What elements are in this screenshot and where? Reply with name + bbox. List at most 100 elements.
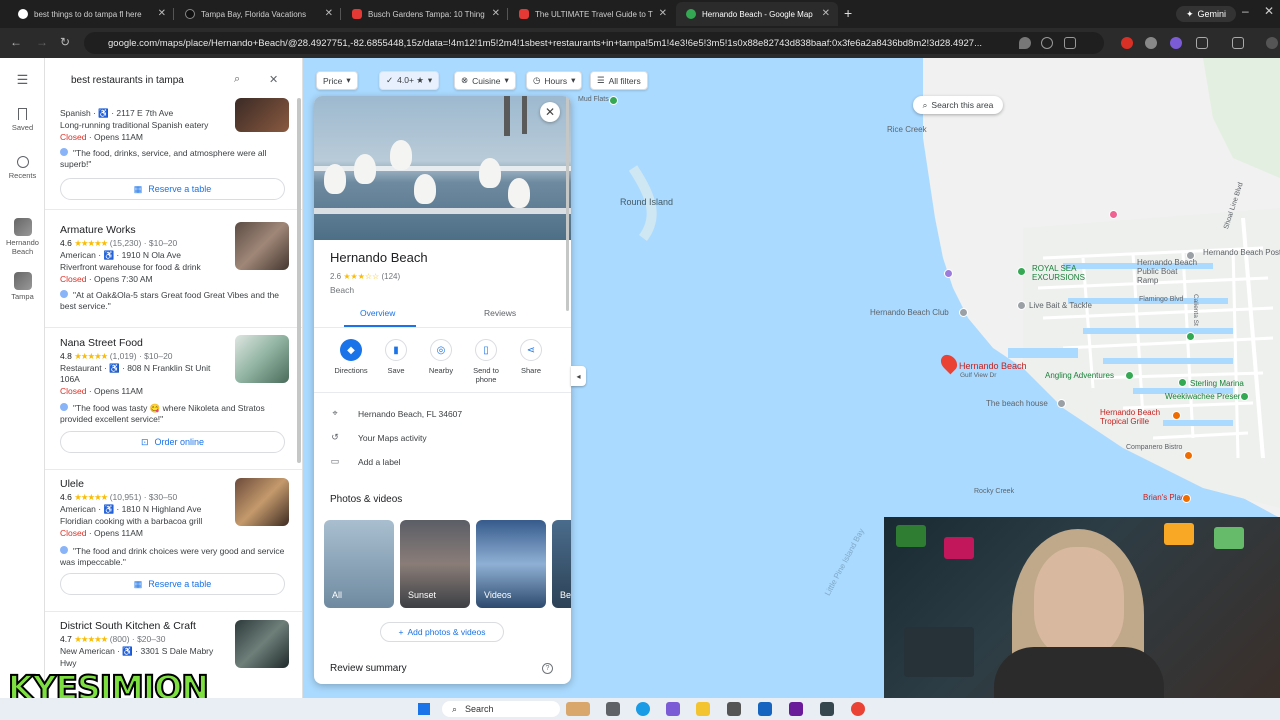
map-label-hernando-beach[interactable]: Hernando Beach: [959, 361, 1027, 371]
add-photos-button[interactable]: + Add photos & videos: [380, 622, 504, 642]
widget-icon[interactable]: [566, 702, 590, 716]
back-arrow-icon[interactable]: ←: [10, 35, 22, 49]
help-icon[interactable]: ?: [542, 663, 553, 674]
map-label-sterling-marina[interactable]: Sterling Marina: [1190, 379, 1244, 388]
map-label-angling-adventures[interactable]: Angling Adventures: [1045, 371, 1114, 380]
search-this-area-button[interactable]: ⌕ Search this area: [913, 96, 1003, 114]
extension-icon[interactable]: [1145, 37, 1157, 49]
map-pin-beach-club[interactable]: [959, 308, 968, 317]
send-to-phone-button[interactable]: ▯ Send to phone: [464, 339, 508, 384]
zoom-icon[interactable]: [1041, 37, 1053, 49]
result-item[interactable]: Ulele 4.6 ★★★★★ (10,951) · $30–50 Americ…: [45, 476, 302, 606]
map-pin-green[interactable]: [609, 96, 618, 105]
extensions-puzzle-icon[interactable]: [1196, 37, 1208, 49]
filter-price[interactable]: Price ▾: [316, 71, 358, 90]
rail-recent-hernando[interactable]: Hernando Beach: [0, 218, 45, 256]
minimize-icon[interactable]: –: [1242, 4, 1249, 18]
result-photo[interactable]: [235, 335, 289, 383]
rail-recents[interactable]: Recents: [0, 156, 45, 180]
file-explorer-icon[interactable]: [696, 702, 710, 716]
forward-arrow-icon[interactable]: →: [36, 35, 48, 49]
map-label-companero[interactable]: Companero Bistro: [1126, 444, 1182, 451]
photo-beach[interactable]: Be: [552, 520, 571, 608]
result-photo[interactable]: [235, 98, 289, 132]
browser-tab-5-active[interactable]: Hernando Beach - Google Map ✕: [676, 2, 838, 26]
browser-tab-2[interactable]: Tampa Bay, Florida Vacations ✕: [175, 2, 341, 26]
result-photo[interactable]: [235, 222, 289, 270]
side-panel-icon[interactable]: [1232, 37, 1244, 49]
map-pin-tropical-grille[interactable]: [1172, 411, 1181, 420]
filter-hours[interactable]: ◷ Hours ▾: [526, 71, 583, 90]
search-input[interactable]: best restaurants in tampa: [57, 68, 287, 92]
mail-icon[interactable]: [758, 702, 772, 716]
results-scrollbar[interactable]: [297, 98, 301, 463]
close-tab-icon[interactable]: ✕: [659, 8, 667, 19]
order-online-button[interactable]: ⊡ Order online: [60, 431, 285, 453]
map-label-bait-tackle[interactable]: Live Bait & Tackle: [1029, 301, 1092, 310]
map-pin-post-office[interactable]: [1186, 251, 1195, 260]
browser-tab-1[interactable]: best things to do tampa fl here ✕: [8, 2, 174, 26]
nearby-button[interactable]: ◎ Nearby: [419, 339, 463, 375]
profile-icon[interactable]: [1266, 37, 1278, 49]
map-pin-beach-house[interactable]: [1057, 399, 1066, 408]
reserve-table-button[interactable]: ▦ Reserve a table: [60, 573, 285, 595]
close-card-icon[interactable]: ✕: [540, 102, 560, 122]
filter-cuisine[interactable]: ⊗ Cuisine ▾: [454, 71, 516, 90]
save-button[interactable]: ▮ Save: [374, 339, 418, 375]
map-label-rice-creek[interactable]: Rice Creek: [887, 125, 927, 134]
collapse-panel-icon[interactable]: ◂: [571, 366, 586, 386]
browser-tab-3[interactable]: Busch Gardens Tampa: 10 Thing ✕: [342, 2, 508, 26]
map-pin-royal-sea[interactable]: [1017, 267, 1026, 276]
app-icon[interactable]: [820, 702, 834, 716]
app-icon[interactable]: [666, 702, 680, 716]
gemini-button[interactable]: ✦ Gemini: [1176, 6, 1236, 22]
browser-tab-4[interactable]: The ULTIMATE Travel Guide to T ✕: [509, 2, 675, 26]
map-pin-companero[interactable]: [1184, 451, 1193, 460]
result-photo[interactable]: [235, 620, 289, 668]
address-row[interactable]: ⌖ Hernando Beach, FL 34607: [330, 408, 462, 419]
store-icon[interactable]: [727, 702, 741, 716]
address-bar[interactable]: google.com/maps/place/Hernando+Beach/@28…: [84, 32, 1104, 54]
place-category[interactable]: Beach: [330, 285, 354, 295]
photo-videos[interactable]: Videos: [476, 520, 546, 608]
hamburger-menu-icon[interactable]: ☰: [0, 72, 45, 88]
map-pin-boat-ramp[interactable]: [1186, 332, 1195, 341]
extension-icon[interactable]: [1121, 37, 1133, 49]
map-label-round-island[interactable]: Round Island: [620, 197, 673, 207]
card-scrollbar[interactable]: [566, 96, 569, 311]
map-label-weekiwachee[interactable]: Weekiwachee Preserve: [1165, 392, 1249, 401]
edge-icon[interactable]: [636, 702, 650, 716]
photo-all[interactable]: All: [324, 520, 394, 608]
directions-button[interactable]: ◆ Directions: [329, 339, 373, 375]
map-pin-weekiwachee[interactable]: [1240, 392, 1249, 401]
reload-icon[interactable]: ↻: [60, 35, 70, 49]
task-view-icon[interactable]: [606, 702, 620, 716]
result-item[interactable]: Armature Works 4.6 ★★★★★ (15,230) · $10–…: [45, 218, 302, 328]
chrome-icon[interactable]: [851, 702, 865, 716]
map-pin-angling[interactable]: [1125, 371, 1134, 380]
close-tab-icon[interactable]: ✕: [158, 8, 166, 19]
windows-start-icon[interactable]: [418, 703, 430, 715]
map-label-boat-ramp[interactable]: Hernando Beach Public Boat Ramp: [1137, 258, 1201, 285]
new-tab-icon[interactable]: +: [844, 5, 852, 21]
filter-rating[interactable]: ✓ 4.0+ ★ ▾: [379, 71, 440, 90]
location-icon[interactable]: [1019, 37, 1031, 49]
tab-overview[interactable]: Overview: [360, 308, 395, 318]
place-rating[interactable]: 2.6 ★★★☆☆ (124): [330, 272, 400, 281]
close-tab-icon[interactable]: ✕: [822, 8, 830, 19]
reserve-table-button[interactable]: ▦ Reserve a table: [60, 178, 285, 200]
share-button[interactable]: ⋖ Share: [509, 339, 553, 375]
clear-search-icon[interactable]: ✕: [269, 73, 278, 86]
window-close-icon[interactable]: ✕: [1264, 4, 1274, 18]
map-label-beach-club[interactable]: Hernando Beach Club: [870, 308, 949, 317]
map-pin-pink[interactable]: [1109, 210, 1118, 219]
extension-icon[interactable]: [1170, 37, 1182, 49]
rail-recent-tampa[interactable]: Tampa: [0, 272, 45, 301]
result-photo[interactable]: [235, 478, 289, 526]
app-icon[interactable]: [789, 702, 803, 716]
close-tab-icon[interactable]: ✕: [325, 8, 333, 19]
map-label-post-office[interactable]: Hernando Beach Post Office: [1203, 248, 1280, 257]
search-icon[interactable]: ⌕: [234, 73, 240, 86]
taskbar-search[interactable]: ⌕ Search: [442, 701, 560, 717]
add-label-row[interactable]: ▭ Add a label: [330, 456, 401, 467]
